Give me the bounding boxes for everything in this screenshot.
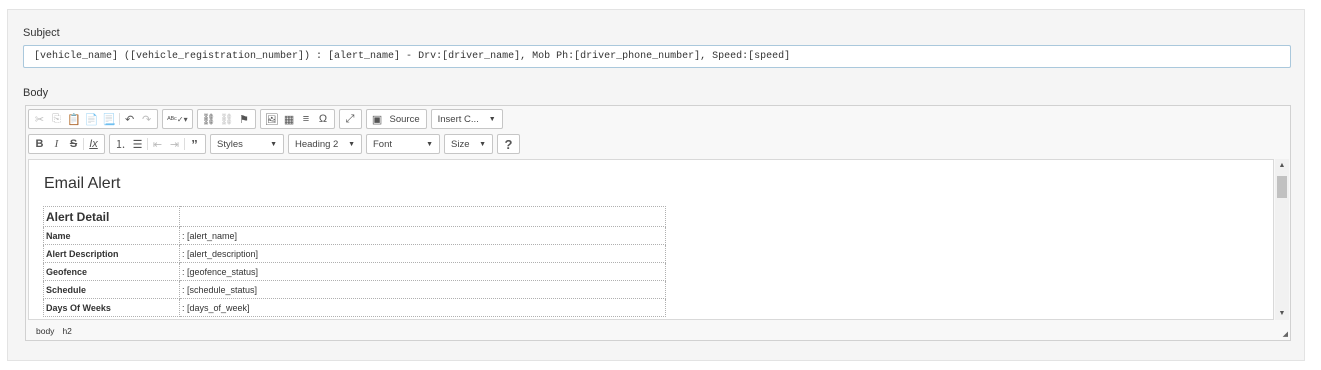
styles-label: Styles — [217, 138, 243, 150]
table-header-row: Alert Detail — [43, 206, 666, 227]
maximize-icon[interactable]: ⤢ — [342, 110, 359, 128]
link-icon[interactable]: ⛓ — [200, 110, 218, 128]
row-label: Alert Description — [43, 244, 180, 263]
bulleted-list-icon[interactable]: ☰ — [129, 135, 146, 153]
basic-styles-group: B I S Ix — [28, 134, 105, 154]
redo-icon[interactable]: ↷ — [138, 110, 155, 128]
source-icon: ▣ — [371, 113, 383, 126]
styles-dropdown[interactable]: Styles ▼ — [210, 134, 284, 154]
horizontal-line-icon[interactable]: ≡ — [298, 110, 315, 128]
alert-template-panel: Subject [vehicle_name] ([vehicle_registr… — [7, 9, 1305, 361]
table-icon[interactable]: ▦ — [281, 110, 298, 128]
chevron-down-icon: ▼ — [270, 140, 277, 148]
anchor-flag-icon[interactable]: ⚑ — [236, 110, 253, 128]
insert-placeholder-dropdown[interactable]: Insert C... ▼ — [430, 109, 503, 129]
numbered-list-icon[interactable]: ⒈ — [112, 135, 129, 153]
paragraph-group: ⒈ ☰ ⇤ ⇥ ” — [109, 134, 206, 154]
size-dropdown[interactable]: Size ▼ — [444, 134, 493, 154]
email-heading: Email Alert — [44, 175, 121, 192]
chevron-down-icon: ▼ — [426, 140, 433, 148]
row-value: : [alert_name] — [179, 226, 666, 245]
row-value: : [geofence_status] — [179, 262, 666, 281]
table-row: Days Of Weeks : [days_of_week] — [43, 298, 666, 317]
format-label: Heading 2 — [295, 138, 339, 150]
blockquote-icon[interactable]: ” — [186, 135, 203, 153]
scroll-down-arrow-icon[interactable]: ▼ — [1275, 310, 1289, 317]
cut-icon[interactable]: ✂ — [31, 110, 48, 128]
unlink-icon[interactable]: ⛓ — [218, 110, 236, 128]
spellcheck-group: ᴬᴮᶜ✓▾ — [162, 109, 193, 129]
chevron-down-icon: ▼ — [348, 140, 355, 148]
table-row: Geofence : [geofence_status] — [43, 262, 666, 281]
maximize-group: ⤢ — [338, 109, 362, 129]
table-row: Alert Description : [alert_description] — [43, 244, 666, 263]
table-row: Name : [alert_name] — [43, 226, 666, 245]
editor-content-area[interactable]: Email Alert Alert Detail Name : [alert_n… — [28, 159, 1274, 320]
copy-icon[interactable]: ⎘ — [48, 110, 65, 128]
format-dropdown[interactable]: Heading 2 ▼ — [288, 134, 362, 154]
chevron-down-icon: ▼ — [479, 140, 486, 148]
row-value: : [schedule_status] — [179, 280, 666, 299]
row-label: Name — [43, 226, 180, 245]
toolbar-row-2: B I S Ix ⒈ ☰ ⇤ ⇥ ” Styles ▼ Heading 2 ▼ … — [28, 133, 524, 155]
italic-icon[interactable]: I — [48, 135, 65, 153]
scrollbar-thumb[interactable] — [1277, 176, 1287, 198]
links-group: ⛓ ⛓ ⚑ — [196, 109, 256, 129]
subject-label: Subject — [23, 27, 60, 39]
spellcheck-icon[interactable]: ᴬᴮᶜ✓▾ — [165, 110, 190, 128]
row-value: : [days_of_week] — [179, 298, 666, 317]
table-header-empty-cell — [179, 206, 666, 227]
outdent-icon[interactable]: ⇤ — [149, 135, 166, 153]
paste-word-icon[interactable]: 📃 — [100, 110, 118, 128]
undo-icon[interactable]: ↶ — [121, 110, 138, 128]
clipboard-group: ✂ ⎘ 📋 📄 📃 ↶ ↷ — [28, 109, 159, 129]
font-label: Font — [373, 138, 393, 150]
strike-icon[interactable]: S — [65, 135, 82, 153]
source-group: ▣ Source — [365, 109, 427, 129]
help-group: ? — [497, 134, 520, 154]
special-char-icon[interactable]: Ω — [315, 110, 332, 128]
bold-icon[interactable]: B — [31, 135, 48, 153]
help-button[interactable]: ? — [500, 135, 517, 153]
insert-placeholder-label: Insert C... — [437, 113, 479, 125]
scroll-up-arrow-icon[interactable]: ▲ — [1275, 162, 1289, 169]
table-header-cell: Alert Detail — [43, 206, 180, 227]
chevron-down-icon: ▼ — [488, 115, 496, 123]
font-dropdown[interactable]: Font ▼ — [366, 134, 440, 154]
row-value: : [alert_description] — [179, 244, 666, 263]
size-label: Size — [451, 138, 470, 150]
insert-group: 🖼 ▦ ≡ Ω — [259, 109, 335, 129]
table-row: Schedule : [schedule_status] — [43, 280, 666, 299]
path-item-h2[interactable]: h2 — [62, 326, 71, 336]
content-scrollbar[interactable]: ▲ ▼ — [1275, 159, 1289, 320]
rich-text-editor: ✂ ⎘ 📋 📄 📃 ↶ ↷ ᴬᴮᶜ✓▾ ⛓ ⛓ ⚑ 🖼 ▦ ≡ Ω ⤢ ▣ So… — [25, 105, 1291, 341]
resize-handle-icon[interactable]: ◢ — [1283, 330, 1288, 338]
alert-detail-table: Alert Detail Name : [alert_name] Alert D… — [43, 206, 666, 317]
subject-input[interactable]: [vehicle_name] ([vehicle_registration_nu… — [23, 45, 1291, 68]
toolbar-row-1: ✂ ⎘ 📋 📄 📃 ↶ ↷ ᴬᴮᶜ✓▾ ⛓ ⛓ ⚑ 🖼 ▦ ≡ Ω ⤢ ▣ So… — [28, 108, 507, 130]
remove-format-icon[interactable]: Ix — [85, 135, 102, 153]
path-item-body[interactable]: body — [36, 326, 54, 336]
row-label: Schedule — [43, 280, 180, 299]
image-icon[interactable]: 🖼 — [263, 110, 281, 128]
indent-icon[interactable]: ⇥ — [166, 135, 183, 153]
paste-icon[interactable]: 📋 — [65, 110, 83, 128]
elements-path-bar: body h2 — [26, 322, 1290, 340]
body-label: Body — [23, 87, 49, 99]
paste-text-icon[interactable]: 📄 — [83, 110, 101, 128]
source-button[interactable]: Source — [386, 114, 424, 125]
row-label: Days Of Weeks — [43, 298, 180, 317]
row-label: Geofence — [43, 262, 180, 281]
